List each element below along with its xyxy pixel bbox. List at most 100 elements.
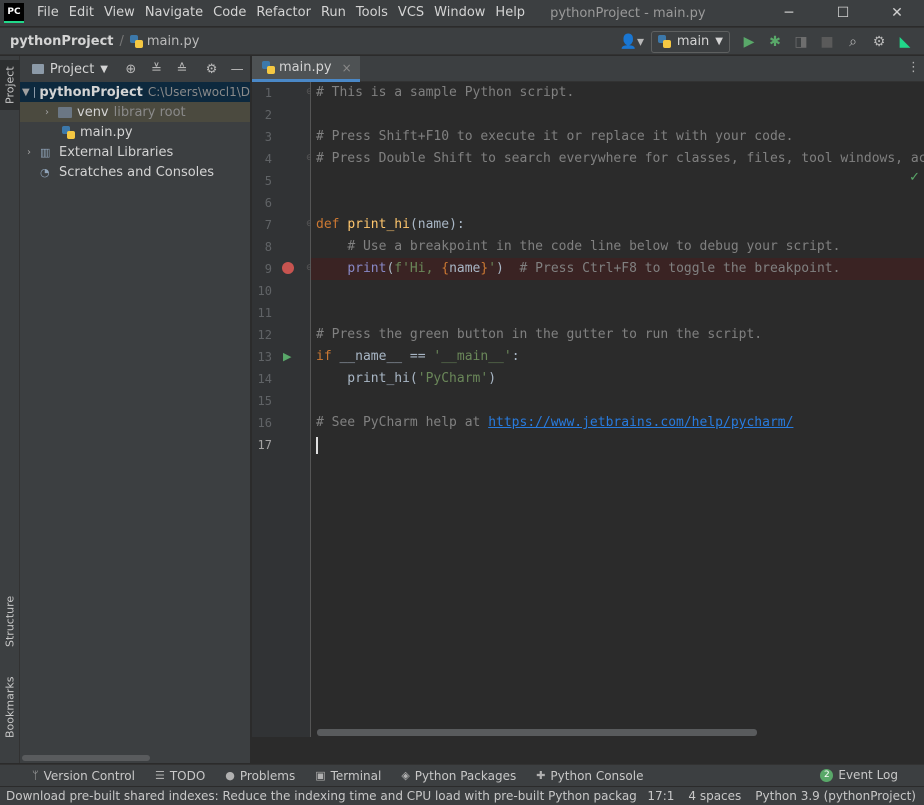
status-message[interactable]: Download pre-built shared indexes: Reduc… — [6, 789, 664, 803]
expand-all-icon[interactable]: ≚ — [144, 57, 170, 81]
breadcrumb-project[interactable]: pythonProject — [10, 34, 114, 49]
menu-window[interactable]: Window — [429, 0, 490, 26]
tool-python-packages[interactable]: ◈ Python Packages — [391, 769, 526, 783]
more-options-icon[interactable]: ⋮ — [907, 60, 920, 75]
tree-item-project-root[interactable]: ▼ pythonProject C:\Users\wocl1\D — [20, 82, 250, 102]
title-bar: PC File Edit View Navigate Code Refactor Run To… — [0, 0, 924, 26]
coverage-icon[interactable]: ◨ — [788, 30, 814, 54]
inspection-ok-icon[interactable]: ✓ — [909, 170, 920, 185]
collapse-all-icon[interactable]: ≙ — [169, 57, 195, 81]
menu-code[interactable]: Code — [208, 0, 251, 26]
line-number: 10 — [257, 284, 272, 298]
python-icon — [657, 35, 671, 48]
chevron-right-icon[interactable]: › — [22, 147, 36, 158]
tool-label: Event Log — [838, 768, 898, 782]
close-icon[interactable]: × — [342, 61, 352, 75]
search-icon[interactable]: ⌕ — [840, 30, 866, 54]
tree-item-main-py[interactable]: main.py — [20, 122, 250, 142]
menu-view[interactable]: View — [99, 0, 140, 26]
hide-panel-icon[interactable]: — — [224, 57, 250, 81]
line-number: 6 — [264, 196, 272, 210]
scratches-icon: ◔ — [40, 165, 50, 179]
tool-label: TODO — [169, 768, 206, 783]
info-icon: ● — [225, 769, 235, 782]
line-number: 4 — [264, 152, 272, 166]
code-editor[interactable]: # This is a sample Python script. # Pres… — [311, 82, 924, 737]
tool-label: Python Packages — [414, 768, 517, 783]
line-number: 8 — [264, 240, 272, 254]
debug-icon[interactable]: ✱ — [762, 30, 788, 54]
code-line: print_hi('PyCharm') — [316, 371, 497, 386]
tree-item-label: Scratches and Consoles — [59, 164, 215, 180]
navigation-bar: pythonProject / main.py 👤▾ main ▼ ▶ ✱ ◨ … — [0, 27, 924, 55]
menu-tools[interactable]: Tools — [351, 0, 393, 26]
tree-item-external-libraries[interactable]: › ▥ External Libraries — [20, 142, 250, 162]
window-title: pythonProject - main.py — [550, 5, 706, 21]
tree-item-venv[interactable]: › venv library root — [20, 102, 250, 122]
gear-icon[interactable]: ⚙ — [866, 30, 892, 54]
tab-bookmarks[interactable]: Bookmarks — [0, 672, 20, 742]
breadcrumb-file[interactable]: main.py — [147, 34, 200, 49]
project-view-title[interactable]: Project — [50, 62, 94, 77]
tool-todo[interactable]: ☰ TODO — [145, 769, 215, 783]
run-gutter-icon[interactable]: ▶ — [283, 350, 291, 363]
tab-structure[interactable]: Structure — [0, 586, 20, 656]
tree-item-path: C:\Users\wocl1\D — [147, 85, 250, 99]
line-number: 7 — [264, 218, 272, 232]
menu-bar: File Edit View Navigate Code Refactor Run Tools… — [32, 0, 530, 26]
python-console-icon: ✚ — [536, 769, 546, 782]
tool-terminal[interactable]: ▣ Terminal — [305, 769, 391, 783]
jetbrains-toolbox-icon[interactable]: ◣ — [892, 30, 918, 54]
menu-edit[interactable]: Edit — [64, 0, 99, 26]
tool-python-console[interactable]: ✚ Python Console — [526, 769, 653, 783]
stop-icon[interactable]: ■ — [814, 30, 840, 54]
interpreter-setting[interactable]: Python 3.9 (pythonProject) — [755, 789, 916, 803]
tool-problems[interactable]: ● Problems — [215, 769, 305, 783]
tree-item-label: venv — [77, 104, 109, 120]
indent-setting[interactable]: 4 spaces — [688, 789, 741, 803]
code-line: if __name__ == '__main__': — [316, 349, 520, 364]
list-icon: ☰ — [154, 769, 165, 782]
tool-event-log[interactable]: 2 Event Log — [820, 768, 898, 782]
locate-file-icon[interactable]: ⊕ — [118, 57, 144, 81]
editor-gutter[interactable]: 1 2 3 4 5 6 7 8 9 10 11 12 13 14 15 16 17 ⊖ ⊖ ⊖ ⊖ — [252, 82, 314, 737]
status-widgets: 17:1 4 spaces Python 3.9 (pythonProject) — [637, 789, 924, 803]
menu-navigate[interactable]: Navigate — [140, 0, 208, 26]
terminal-icon: ▣ — [315, 769, 326, 782]
user-account-icon[interactable]: 👤▾ — [619, 30, 645, 54]
tab-project[interactable]: Project — [0, 60, 20, 110]
code-line: def print_hi(name): — [316, 217, 465, 232]
line-number: 13 — [257, 350, 272, 364]
maximize-button[interactable]: ☐ — [816, 0, 870, 26]
chevron-right-icon[interactable]: › — [40, 107, 54, 118]
line-number: 16 — [257, 416, 272, 430]
close-window-button[interactable]: ✕ — [870, 0, 924, 26]
caret-position[interactable]: 17:1 — [647, 789, 674, 803]
chevron-down-icon[interactable]: ▼ — [100, 64, 108, 75]
folder-icon — [32, 64, 44, 74]
run-icon[interactable]: ▶ — [736, 30, 762, 54]
code-line: print(f'Hi, {name}') # Press Ctrl+F8 to … — [347, 261, 841, 276]
menu-vcs[interactable]: VCS — [393, 0, 429, 26]
tab-main-py[interactable]: main.py × — [252, 56, 360, 82]
minimize-button[interactable]: ─ — [762, 0, 816, 26]
menu-file[interactable]: File — [32, 0, 64, 26]
horizontal-scrollbar[interactable] — [22, 755, 150, 761]
tree-item-note: library root — [113, 104, 186, 120]
toolbar-right: 👤▾ main ▼ ▶ ✱ ◨ ■ ⌕ ⚙ ◣ — [619, 28, 918, 55]
packages-icon: ◈ — [401, 769, 410, 782]
horizontal-scrollbar[interactable] — [317, 729, 757, 736]
python-file-icon — [262, 61, 275, 74]
menu-help[interactable]: Help — [490, 0, 530, 26]
menu-run[interactable]: Run — [316, 0, 351, 26]
tool-version-control[interactable]: ᛘ Version Control — [0, 769, 145, 783]
run-configuration-select[interactable]: main ▼ — [650, 30, 730, 53]
chevron-down-icon[interactable]: ▼ — [22, 87, 30, 98]
breakpoint-icon[interactable] — [282, 262, 294, 274]
menu-refactor[interactable]: Refactor — [251, 0, 316, 26]
tree-item-scratches[interactable]: ◔ Scratches and Consoles — [20, 162, 250, 182]
pycharm-logo-icon: PC — [4, 3, 24, 23]
gear-icon[interactable]: ⚙ — [199, 57, 225, 81]
line-number: 12 — [257, 328, 272, 342]
tool-label: Version Control — [43, 768, 135, 783]
